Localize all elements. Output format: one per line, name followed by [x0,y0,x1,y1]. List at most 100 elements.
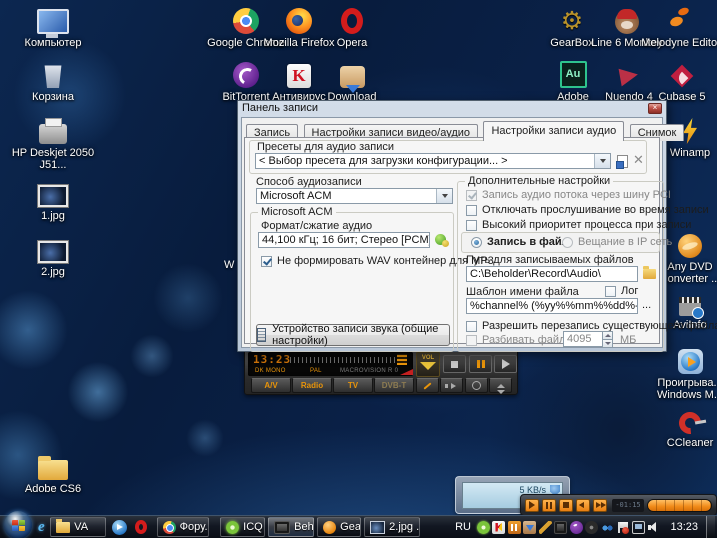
pause-icon[interactable] [507,520,521,534]
dropdown-arrow-icon[interactable] [436,189,452,203]
broadcast-radio-row[interactable]: Вещание в IP сеть [562,236,672,248]
checkbox-checked[interactable] [261,255,272,267]
behold-tv-icon[interactable] [554,520,568,534]
tv-mode-dvbt-button[interactable]: DVB-T [374,378,414,393]
firefox-icon [286,8,312,34]
pci-checkbox-row[interactable]: Запись аудио потока через шину PCI [466,189,671,201]
tab-audio-settings[interactable]: Настройки записи аудио [483,121,625,141]
desktop-icon-opera[interactable]: Opera [310,4,394,49]
preset-combobox[interactable]: < Выбор пресета для загрузки конфигураци… [255,153,611,169]
format-label: Формат/сжатие аудио [261,220,373,232]
rewind-icon [578,501,584,508]
browse-folder-button[interactable] [643,266,656,279]
template-more-button[interactable]: ... [642,299,651,311]
action-center-flag-icon[interactable] [616,521,630,534]
tv-vol-button[interactable]: VOL [416,352,440,377]
taskbar-button-va[interactable]: VA [50,517,107,537]
tv-swap-button[interactable] [440,378,463,393]
tv-pause-button[interactable] [469,355,492,373]
taskbar-button-label: 2.jpg ... [389,521,420,533]
tv-stop-button[interactable] [443,355,466,373]
format-field[interactable]: 44,100 кГц; 16 бит; Стерео [PCM] [258,232,430,248]
desktop-icon-adobe-cs6-folder[interactable]: Adobe CS6 [11,450,95,495]
dialog-title: Панель записи [242,102,318,114]
binoculars-icon[interactable] [600,520,614,534]
desktop-icon-windows-media-player[interactable]: Проигрыва... Windows M... [648,344,717,401]
language-indicator[interactable]: RU [455,521,471,533]
stylus-icon[interactable] [538,520,552,534]
taskbar-button-2jpg[interactable]: 2.jpg ... [364,517,421,537]
player-progress-bar[interactable] [647,498,712,512]
path-field[interactable]: C:\Beholder\Record\Audio\ [466,266,638,282]
delete-preset-button[interactable]: ✕ [633,153,644,166]
taskbar-button-behold[interactable]: Beho... [268,517,315,537]
save-preset-button[interactable] [616,155,628,169]
split-size-stepper[interactable] [602,331,613,348]
start-button[interactable] [4,511,32,538]
show-desktop-button[interactable] [706,515,715,538]
taskbar-button-gearbox[interactable]: Gear... [317,517,362,537]
desktop-icon-ccleaner[interactable]: CCleaner [648,404,717,449]
desktop-icon-printer[interactable]: HP Deskjet 2050 J51... [11,114,95,171]
spin-up-icon[interactable] [602,331,613,339]
icq-icon[interactable] [476,520,490,534]
tv-status-standard: PAL [310,368,322,374]
player-rewind-button[interactable] [576,498,590,512]
sound-device-button[interactable]: Устройство записи звука (общие настройки… [256,323,450,347]
desktop-icon-download[interactable]: Download [310,58,394,103]
desktop-icon-melodyne[interactable]: Melodyne Editor [639,4,717,49]
player-stop-button[interactable] [559,498,573,512]
mute-checkbox-row[interactable]: Отключать прослушивание во время записи [466,204,709,216]
desktop-icon-2jpg[interactable]: 2.jpg [11,233,95,278]
tv-mode-av-button[interactable]: A/V [251,378,291,393]
kaspersky-alert-icon[interactable] [492,520,506,534]
tv-mode-tv-button[interactable]: TV [333,378,373,393]
format-select-button[interactable] [435,234,449,247]
method-combobox[interactable]: Microsoft ACM [256,188,453,204]
icon-label: Корзина [32,91,74,103]
split-size-field[interactable]: 4095 [563,331,603,347]
method-label: Способ аудиозаписи [256,176,362,188]
player-forward-button[interactable] [593,498,607,512]
close-button[interactable] [648,103,662,114]
taskbar-button-icq[interactable]: ICQ [220,517,266,537]
download-master-icon[interactable] [523,520,537,534]
checkbox-unchecked[interactable] [605,285,616,297]
spin-down-icon[interactable] [602,339,613,348]
template-field[interactable]: %channel% (%yy%%mm%%dd%-%hh%%nn% [466,298,638,314]
tab-page-audio-settings: Пресеты для аудио записи < Выбор пресета… [244,137,717,352]
tv-channel-updown-button[interactable] [489,378,512,394]
volume-icon[interactable] [647,521,660,534]
dropdown-arrow-icon[interactable] [594,154,610,168]
taskbar-clock[interactable]: 13:23 [670,521,698,533]
record-to-file-radio-row[interactable]: Запись в файл [471,236,569,248]
tv-scheduler-button[interactable] [465,378,488,393]
tv-mode-radio-button[interactable]: Radio [292,378,332,393]
tv-status-record: R 0 [388,368,399,374]
desktop-icon-recycle-bin[interactable]: Корзина [11,58,95,103]
dialog-titlebar[interactable]: Панель записи [238,101,666,117]
player-pause-button[interactable] [542,498,556,512]
disc-icon[interactable] [585,520,599,534]
desktop-icon-cubase[interactable]: Cubase 5 [640,58,717,103]
pinned-ie[interactable]: e [38,519,45,535]
mute-checkbox-label: Отключать прослушивание во время записи [482,204,709,216]
behold-tv-panel[interactable]: 13:23 DK MONO PAL MACROVISION R 0 VOL A/… [244,349,518,395]
desktop-icon-computer[interactable]: Компьютер [11,4,95,49]
network-icon[interactable] [631,520,645,534]
desktop-icon-1jpg[interactable]: 1.jpg [11,177,95,222]
bittorrent-icon[interactable] [569,520,583,534]
checkbox-unchecked[interactable] [466,204,477,216]
pinned-opera[interactable] [134,520,147,534]
tv-play-button[interactable] [494,355,517,373]
stop-icon [563,502,569,508]
tv-settings-button[interactable] [416,378,439,393]
radio-selected[interactable] [471,236,482,248]
pinned-wmp[interactable] [111,519,127,535]
checkbox-unchecked[interactable] [466,219,477,231]
priority-checkbox-row[interactable]: Высокий приоритет процесса при записи [466,219,691,231]
taskbar-button-forum[interactable]: Фору... [156,517,209,537]
checkbox-unchecked[interactable] [466,320,477,332]
log-checkbox-row[interactable]: Лог [605,285,638,297]
player-play-button[interactable] [525,498,539,512]
